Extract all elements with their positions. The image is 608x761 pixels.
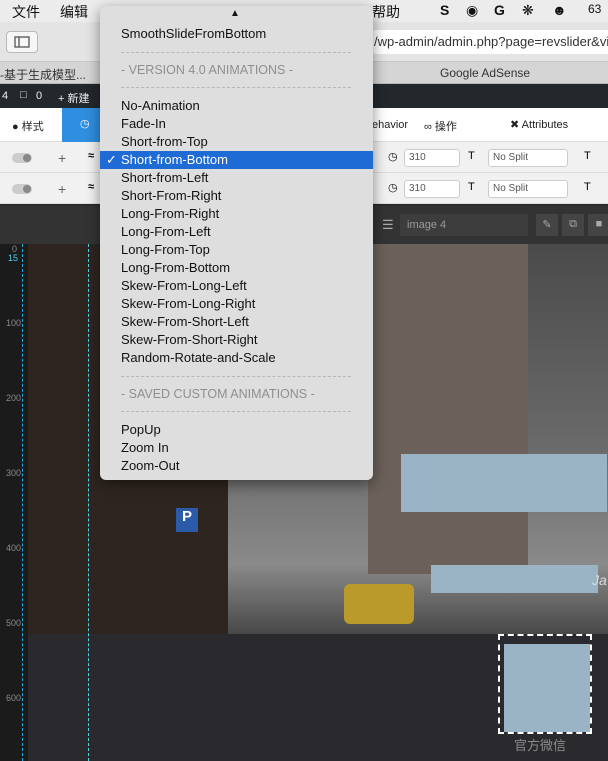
- easing-icon: ≈: [88, 150, 95, 162]
- menu-edit[interactable]: 编辑: [60, 2, 88, 22]
- sidebar-icon: [14, 36, 30, 48]
- separator: [121, 376, 351, 377]
- option-custom[interactable]: PopUp: [100, 421, 373, 439]
- option-v4[interactable]: Long-From-Bottom: [100, 259, 373, 277]
- drop-icon: ●: [12, 121, 19, 133]
- tab-actions[interactable]: ∞ 操作: [424, 118, 457, 134]
- tab-attributes[interactable]: ✖ Attributes: [510, 118, 568, 131]
- ruler-mark: 300: [6, 468, 22, 478]
- updates-count[interactable]: 4: [2, 90, 8, 102]
- option-custom[interactable]: Zoom In: [100, 439, 373, 457]
- ruler-mark: 400: [6, 543, 22, 553]
- menu-help[interactable]: 帮助: [372, 2, 400, 22]
- separator: [121, 87, 351, 88]
- text-icon: T: [584, 181, 591, 193]
- layer-name-field[interactable]: image 4: [400, 214, 528, 236]
- parking-sign-icon: P: [176, 508, 198, 532]
- section-version4: - VERSION 4.0 ANIMATIONS -: [121, 63, 294, 77]
- app-g-icon[interactable]: G: [494, 2, 505, 18]
- ruler-guide: [22, 244, 23, 761]
- link-icon: ∞: [424, 121, 432, 133]
- option-v4[interactable]: Skew-From-Short-Right: [100, 331, 373, 349]
- text-split-icon: T: [468, 150, 475, 162]
- fan-icon[interactable]: ❋: [522, 2, 534, 19]
- scroll-up-icon[interactable]: ▲: [230, 8, 240, 19]
- add-button[interactable]: +: [58, 181, 66, 197]
- clock-icon: ◷: [388, 151, 398, 163]
- animation-dropdown[interactable]: ▲ SmoothSlideFromBottom - VERSION 4.0 AN…: [100, 6, 373, 480]
- comment-icon[interactable]: □: [20, 89, 27, 101]
- list-icon[interactable]: ☰: [382, 217, 394, 233]
- option-v4[interactable]: Skew-From-Long-Right: [100, 295, 373, 313]
- clock-icon: ◷: [388, 182, 398, 194]
- option-v4[interactable]: Long-From-Right: [100, 205, 373, 223]
- tab-animation[interactable]: ◷: [62, 108, 102, 142]
- option-custom[interactable]: Zoom-Out: [100, 457, 373, 475]
- url-field[interactable]: /wp-admin/admin.php?page=revslider&vie: [372, 30, 608, 54]
- tools-icon: ✖: [510, 119, 520, 131]
- duration-input[interactable]: 310: [404, 180, 460, 198]
- tab-actions-label: 操作: [434, 121, 457, 133]
- image-layer-placeholder[interactable]: [504, 644, 590, 732]
- new-content-link[interactable]: + 新建: [58, 90, 89, 106]
- ruler-mark: 200: [6, 393, 22, 403]
- section-custom: - SAVED CUSTOM ANIMATIONS -: [121, 387, 315, 401]
- vertical-ruler: 0 15 100 200 300 400 500 600: [0, 244, 28, 761]
- sidebar-toggle-button[interactable]: [6, 31, 38, 53]
- option-v4[interactable]: No-Animation: [100, 97, 373, 115]
- duration-input[interactable]: 310: [404, 149, 460, 167]
- option-v4[interactable]: Short-From-Right: [100, 187, 373, 205]
- comments-count[interactable]: 0: [36, 90, 42, 102]
- text-layer-placeholder[interactable]: [401, 454, 607, 512]
- menu-file[interactable]: 文件: [12, 2, 40, 22]
- edit-icon[interactable]: ✎: [536, 214, 558, 236]
- split-select[interactable]: No Split: [488, 180, 568, 198]
- ruler-mark: 100: [6, 318, 22, 328]
- watermark-label: 官方微信: [514, 738, 567, 753]
- duplicate-icon[interactable]: ⧉: [562, 214, 584, 236]
- option-v4[interactable]: Long-From-Left: [100, 223, 373, 241]
- row-toggle[interactable]: [12, 184, 32, 194]
- ruler-mark: 15: [8, 253, 19, 263]
- option-v4-selected[interactable]: ✓ Short-from-Bottom: [100, 151, 373, 169]
- trash-icon[interactable]: ■: [588, 214, 608, 236]
- chat-icon[interactable]: ◉: [466, 2, 478, 19]
- option-v4[interactable]: Skew-From-Long-Left: [100, 277, 373, 295]
- ruler-mark: 500: [6, 618, 22, 628]
- option-v4[interactable]: Long-From-Top: [100, 241, 373, 259]
- option-v4[interactable]: Fade-In: [100, 115, 373, 133]
- taxi-image: [344, 584, 414, 624]
- status-s-icon[interactable]: S: [440, 2, 449, 18]
- building-right-image: [368, 244, 528, 574]
- easing-icon: ≈: [88, 181, 95, 193]
- option-v4[interactable]: Random-Rotate-and-Scale: [100, 349, 373, 367]
- separator: [121, 52, 351, 53]
- tab-behavior[interactable]: ehavior: [372, 119, 408, 131]
- tab-attributes-label: Attributes: [521, 119, 569, 131]
- wechat-icon[interactable]: ☻: [552, 2, 567, 18]
- text-icon: T: [584, 150, 591, 162]
- separator: [121, 411, 351, 412]
- add-button[interactable]: +: [58, 150, 66, 166]
- row-toggle[interactable]: [12, 153, 32, 163]
- option-smoothslidefrombottom[interactable]: SmoothSlideFromBottom: [100, 25, 373, 43]
- option-v4[interactable]: Short-from-Top: [100, 133, 373, 151]
- tab-style[interactable]: ● 样式: [0, 108, 62, 142]
- clock-icon: ◷: [80, 118, 90, 130]
- canvas-guide: [88, 244, 89, 761]
- tab-style-label: 样式: [21, 121, 44, 133]
- text-split-icon: T: [468, 181, 475, 193]
- option-label: Short-from-Bottom: [121, 152, 228, 167]
- tab-adsense[interactable]: Google AdSense: [440, 66, 530, 80]
- subtitle-layer-placeholder[interactable]: [431, 565, 598, 593]
- split-select[interactable]: No Split: [488, 149, 568, 167]
- checkmark-icon: ✓: [106, 152, 117, 167]
- option-v4[interactable]: Skew-From-Short-Left: [100, 313, 373, 331]
- option-v4[interactable]: Short-from-Left: [100, 169, 373, 187]
- tab-model[interactable]: -基于生成模型...: [0, 66, 86, 83]
- status-number: 63: [588, 2, 602, 16]
- partial-text: Ja: [592, 572, 607, 588]
- ruler-mark: 600: [6, 693, 22, 703]
